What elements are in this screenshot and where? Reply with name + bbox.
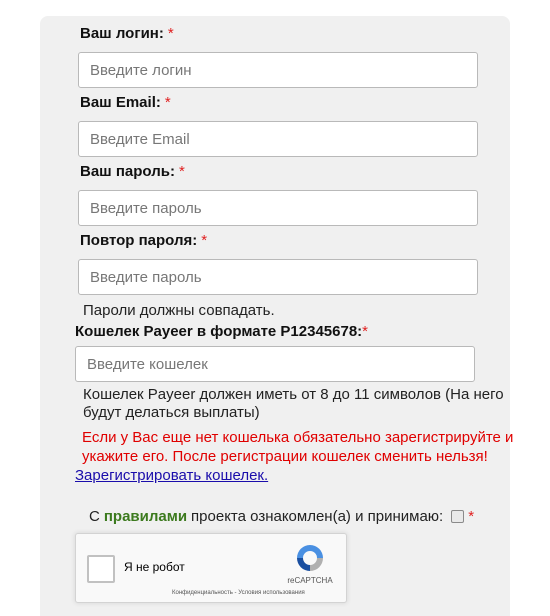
rules-link[interactable]: правилами: [104, 508, 187, 525]
recaptcha-logo-icon: [297, 545, 323, 571]
login-label: Ваш логин: *: [80, 25, 174, 42]
email-label-text: Ваш Email:: [80, 94, 161, 111]
password-repeat-label: Повтор пароля: *: [80, 232, 207, 249]
wallet-required-mark: *: [362, 323, 369, 340]
email-input[interactable]: [78, 121, 478, 157]
recaptcha-label: Я не робот: [124, 560, 185, 574]
wallet-label-text: Кошелек Payeer в формате P12345678:: [75, 323, 363, 340]
password-repeat-required-mark: *: [201, 232, 208, 249]
password-required-mark: *: [178, 163, 185, 180]
recaptcha-checkbox[interactable]: [87, 555, 115, 583]
agree-checkbox[interactable]: [451, 510, 465, 523]
password-label: Ваш пароль: *: [80, 163, 185, 180]
email-label: Ваш Email: *: [80, 94, 171, 111]
wallet-label: Кошелек Payeer в формате P12345678:*: [75, 323, 368, 340]
wallet-hint: Кошелек Payeer должен иметь от 8 до 11 с…: [83, 386, 504, 421]
wallet-warning: Если у Вас еще нет кошелька обязательно …: [82, 429, 514, 465]
agree-required-mark: *: [468, 508, 475, 525]
rules-suffix: проекта ознакомлен(а) и принимаю:: [191, 508, 444, 525]
password-match-hint: Пароли должны совпадать.: [83, 302, 275, 319]
rules-prefix: С: [89, 508, 100, 525]
rules-agreement-row: С правилами проекта ознакомлен(а) и прин…: [89, 508, 474, 525]
wallet-input[interactable]: [75, 346, 475, 382]
recaptcha-widget: Я не робот reCAPTCHA Конфиденциальность …: [75, 533, 347, 603]
login-input[interactable]: [78, 52, 478, 88]
login-required-mark: *: [167, 25, 174, 42]
password-repeat-label-text: Повтор пароля:: [80, 232, 198, 249]
email-required-mark: *: [164, 94, 171, 111]
recaptcha-brand: reCAPTCHA: [287, 576, 333, 585]
password-input[interactable]: [78, 190, 478, 226]
password-repeat-input[interactable]: [78, 259, 478, 295]
register-wallet-link[interactable]: Зарегистрировать кошелек.: [75, 467, 268, 484]
password-label-text: Ваш пароль:: [80, 163, 175, 180]
login-label-text: Ваш логин:: [80, 25, 164, 42]
recaptcha-terms-link[interactable]: Конфиденциальность - Условия использован…: [172, 590, 305, 596]
